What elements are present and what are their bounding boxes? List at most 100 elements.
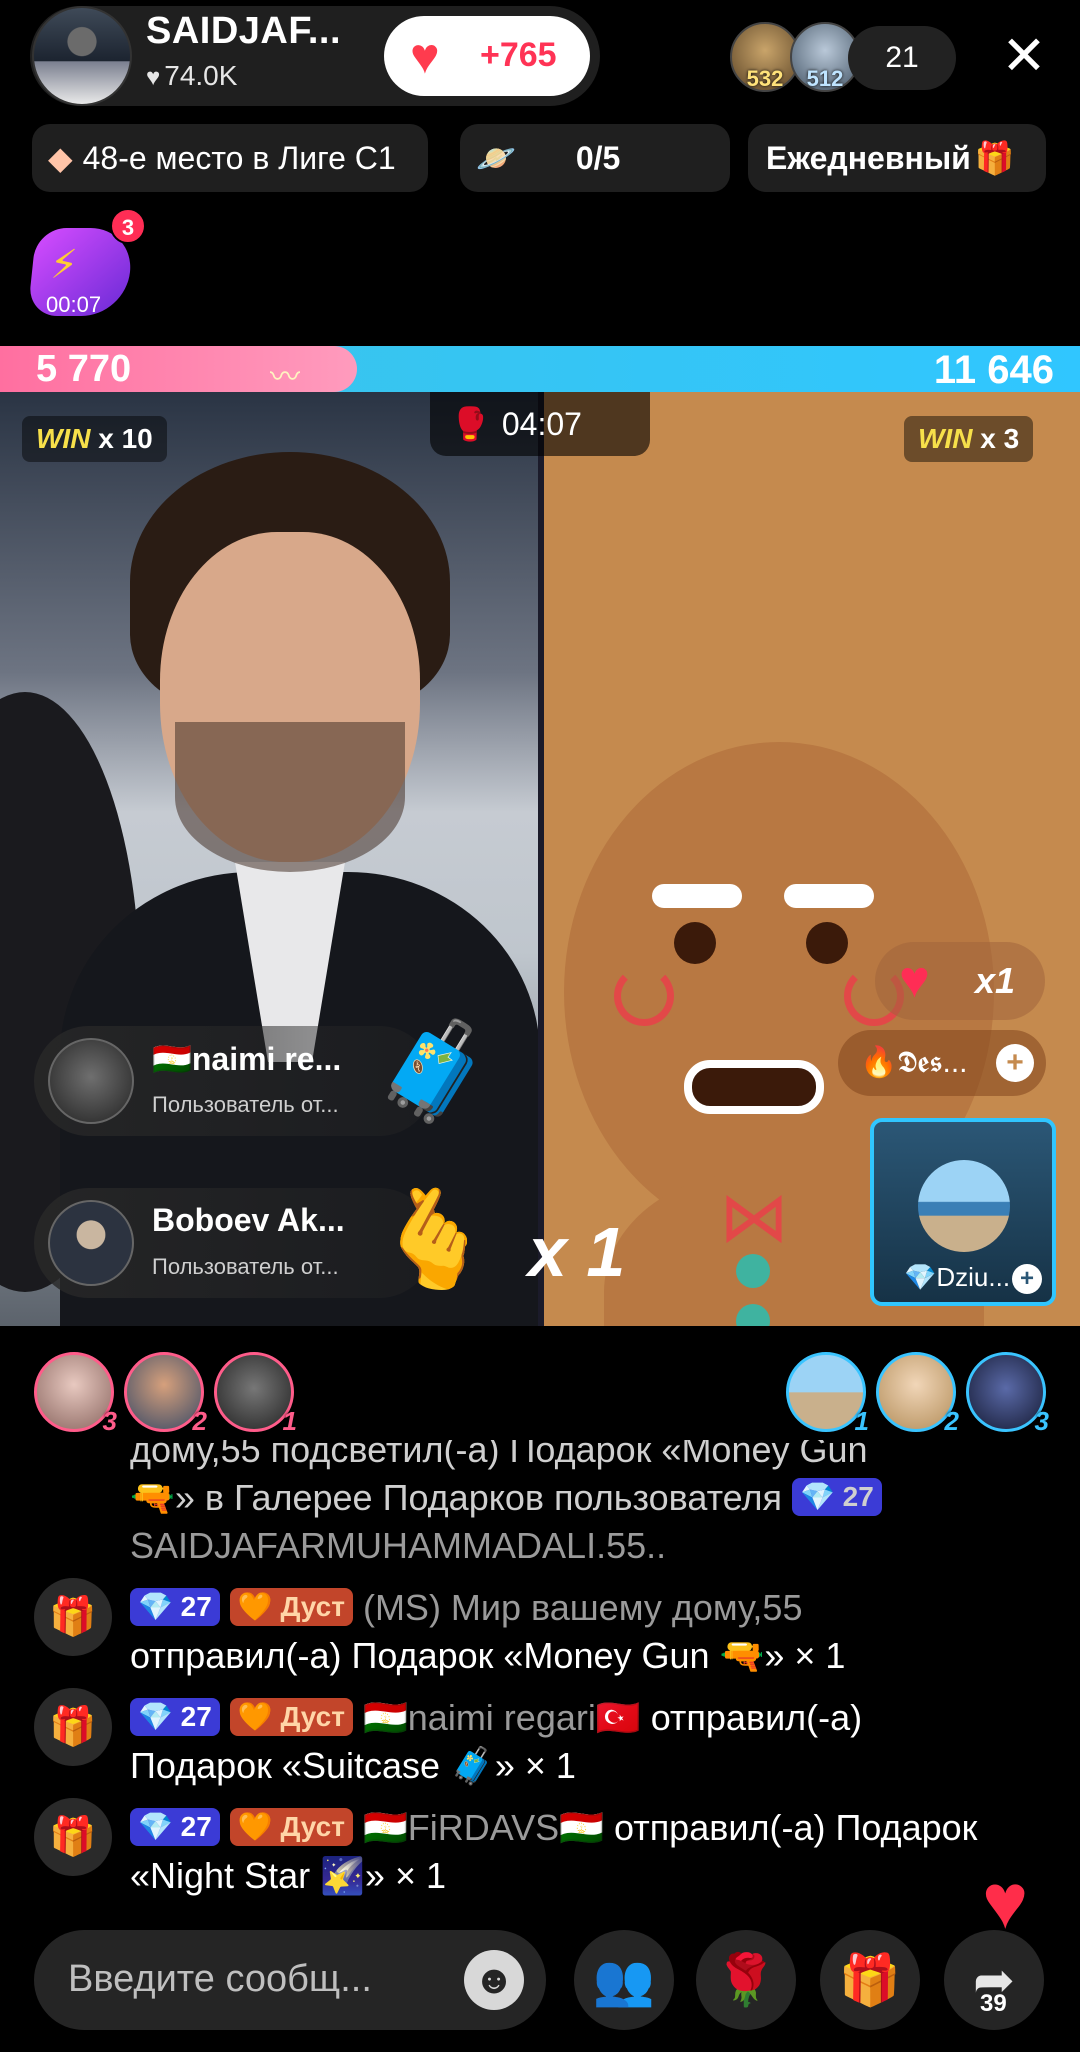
goal-progress: 0/5 <box>575 140 621 176</box>
flash-gift-button[interactable]: ⚡ 00:07 <box>27 228 135 320</box>
level-number: 27 <box>842 1481 874 1512</box>
win-label: WIN <box>918 423 973 454</box>
gifter-subtitle: Пользователь от... <box>152 1254 339 1279</box>
suitcase-icon: 🧳 <box>374 1018 494 1125</box>
emoji-icon[interactable]: ☻ <box>464 1950 524 2010</box>
gift-mascot-icon: 🎁 <box>974 140 1015 176</box>
battle-timer-value: 04:07 <box>501 406 582 442</box>
fan-club-badge: 🧡 Дуст <box>229 1808 353 1846</box>
viewer-count[interactable]: 21 <box>848 26 956 90</box>
planet-icon: 🪐 <box>476 140 516 176</box>
right-top-gifter-avatar[interactable]: 1 <box>786 1352 869 1436</box>
heart-icon: ♥ <box>899 951 930 1009</box>
gun-icon: 🔫 <box>130 1477 175 1518</box>
left-top-gifter-avatar[interactable]: 1 <box>214 1352 297 1436</box>
follow-plus-icon[interactable]: + <box>1012 1264 1042 1294</box>
gift-toast[interactable]: 🇹🇯naimi re... Пользователь от... 🧳 <box>34 1018 494 1136</box>
host-likes-count: 74.0K <box>164 60 238 91</box>
rank-number: 2 <box>944 1406 959 1436</box>
chat-feed[interactable]: дому,55 подсветил(-а) Подарок «Money Gun… <box>0 1440 1080 1900</box>
rank-number: 1 <box>282 1406 297 1436</box>
cohost-name: 💎Dziu... <box>904 1262 1011 1292</box>
diamond-level-badge: 💎 27 <box>130 1698 220 1736</box>
chat-message: дому,55 подсветил(-а) Подарок «Money Gun… <box>130 1440 1060 1570</box>
cohost-card[interactable]: 💎Dziu... + <box>870 1118 1056 1306</box>
left-top-gifter-avatar[interactable]: 3 <box>34 1352 117 1436</box>
gift-button[interactable]: 🎁 <box>820 1930 920 2030</box>
follow-plus-icon[interactable]: + <box>996 1044 1034 1082</box>
right-top-gifter-avatar[interactable]: 2 <box>876 1352 959 1436</box>
gingerbread-eye <box>674 922 716 964</box>
cohost-avatar <box>918 1160 1010 1252</box>
gingerbread-button <box>736 1254 770 1288</box>
heart-icon: ♥ <box>410 28 440 84</box>
supporter-name: 🔥𝕯𝖊𝖘... <box>860 1046 968 1079</box>
win-multiplier: x 3 <box>980 423 1020 454</box>
left-top-gifter-avatar[interactable]: 2 <box>124 1352 207 1436</box>
follow-like-button[interactable]: ♥ +765 <box>384 16 590 96</box>
daily-chip[interactable]: Ежедневный 🎁 <box>748 124 1046 192</box>
level-number: 27 <box>180 1811 212 1842</box>
gift-icon: 🎁 <box>34 1578 112 1656</box>
host-likes: ♥ 74.0K <box>146 60 237 92</box>
rose-gift-button[interactable]: 🌹 <box>696 1930 796 2030</box>
chat-text: Подарок «Suitcase 🧳» × 1 <box>130 1745 576 1786</box>
rank-number: 3 <box>1034 1406 1049 1436</box>
multi-guest-button[interactable]: 👥 <box>574 1930 674 2030</box>
diamond-level-badge: 💎 27 <box>792 1478 882 1516</box>
win-label: WIN <box>36 423 91 454</box>
host-name[interactable]: SAIDJAF... <box>146 10 341 53</box>
fan-club-name: Дуст <box>280 1811 345 1842</box>
viewer-coins: 512 <box>806 66 844 91</box>
chat-text: отправил(-а) Подарок «Money Gun 🔫» × 1 <box>130 1635 846 1676</box>
left-win-streak: WIN x 10 <box>22 416 167 462</box>
chat-username[interactable]: 🇹🇯naimi regari🇹🇷 <box>363 1697 641 1738</box>
gifter-name: Boboev Ak... <box>152 1202 345 1238</box>
gingerbread-brow <box>784 884 874 908</box>
left-score: 5 770 <box>36 348 132 390</box>
diamond-icon: ◆ <box>48 140 73 176</box>
rank-number: 1 <box>854 1406 869 1436</box>
viewer-coins: 532 <box>746 66 784 91</box>
notification-badge: 3 <box>110 208 146 244</box>
fan-club-badge: 🧡 Дуст <box>229 1588 353 1626</box>
chat-message: 💎 27 🧡 Дуст 🇹🇯naimi regari🇹🇷 отправил(-а… <box>130 1694 1060 1790</box>
gift-combo-count: x 1 <box>528 1213 626 1291</box>
rank-number: 3 <box>102 1406 117 1436</box>
right-win-streak: WIN x 3 <box>904 416 1034 462</box>
close-icon[interactable]: ✕ <box>994 26 1054 86</box>
chat-username[interactable]: (MS) Мир вашему дому,55 <box>363 1587 803 1628</box>
level-number: 27 <box>180 1591 212 1622</box>
gifter-avatar <box>48 1200 134 1286</box>
fan-club-badge: 🧡 Дуст <box>229 1698 353 1736</box>
host-avatar[interactable] <box>32 6 132 106</box>
daily-label: Ежедневный <box>766 140 971 176</box>
battle-score-bar: 5 770 〰 11 646 <box>0 346 1080 394</box>
goal-chip[interactable]: 🪐 0/5 <box>460 124 730 192</box>
opponent-like-counter: ♥ x1 <box>875 942 1045 1020</box>
gingerbread-cheek <box>614 966 674 1026</box>
fan-club-name: Дуст <box>280 1591 345 1622</box>
gift-toast[interactable]: Boboev Ak... Пользователь от... 🫰 <box>34 1186 494 1298</box>
opponent-like-multiplier: x1 <box>975 960 1016 1001</box>
league-rank-label: 48-е место в Лиге C1 <box>82 140 396 176</box>
league-rank-chip[interactable]: ◆ 48-е место в Лиге C1 <box>32 124 428 192</box>
message-input[interactable]: Введите сообщ... ☻ <box>34 1930 546 2030</box>
gingerbread-mouth <box>684 1060 824 1114</box>
right-top-gifter-avatar[interactable]: 3 <box>966 1352 1049 1436</box>
gifter-name: 🇹🇯naimi re... <box>152 1041 342 1077</box>
chat-username: SAIDJAFARMUHAMMADALI.55.. <box>130 1525 667 1566</box>
like-count: +765 <box>480 36 557 74</box>
gifter-subtitle: Пользователь от... <box>152 1092 339 1117</box>
opponent-supporter-chip[interactable]: 🔥𝕯𝖊𝖘... + <box>838 1030 1046 1096</box>
chat-username[interactable]: 🇹🇯FiRDAVS🇹🇯 <box>363 1807 604 1848</box>
battle-timer: 🥊 04:07 <box>430 392 650 456</box>
boxing-gloves-icon: 🥊 <box>450 406 490 442</box>
finger-heart-icon: 🫰 <box>374 1186 494 1293</box>
share-count: 39 <box>980 1990 1007 2017</box>
rose-icon: 🌹 <box>714 1952 778 2008</box>
wings-icon: 〰 <box>270 361 300 394</box>
chat-message: 💎 27 🧡 Дуст 🇹🇯FiRDAVS🇹🇯 отправил(-а) Под… <box>130 1804 1060 1900</box>
gift-icon: 🎁 <box>838 1952 902 2008</box>
chat-text: отправил(-а) <box>650 1697 863 1738</box>
